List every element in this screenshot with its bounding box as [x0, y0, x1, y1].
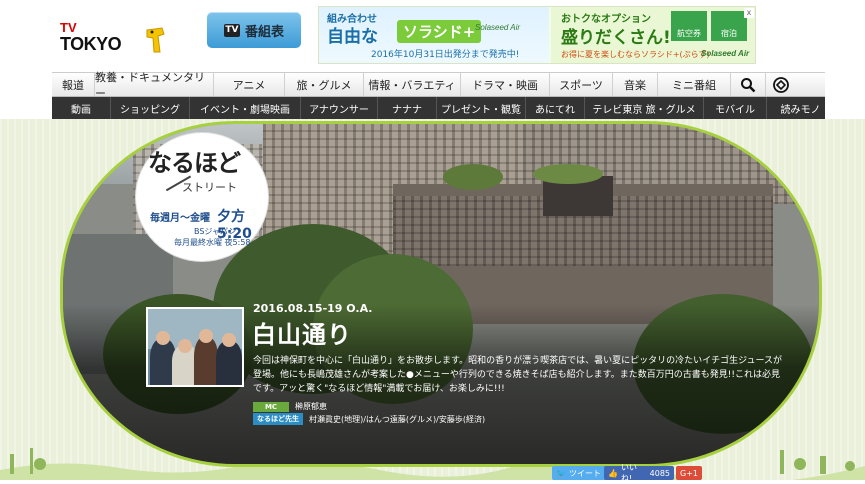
nav2-item-anitele[interactable]: あにてれ — [526, 97, 585, 119]
like-count: 4085 — [649, 468, 670, 478]
experts-row: なるほど先生 村瀬眞史(地理)/はんつ遠藤(グルメ)/安藤歩(経済) — [253, 413, 485, 425]
like-icon: 👍 — [608, 468, 618, 478]
nav2-item-mobile[interactable]: モバイル — [704, 97, 767, 119]
nav-item-sports[interactable]: スポーツ — [550, 73, 613, 96]
show-title: なるほど — [148, 148, 241, 177]
nav-item-news[interactable]: 報道 — [52, 73, 95, 96]
nav-item-mini[interactable]: ミニ番組 — [658, 73, 731, 96]
nav2-item-reading[interactable]: 読みモノ — [767, 97, 834, 119]
expert-tag: なるほど先生 — [253, 413, 303, 425]
nav-item-variety[interactable]: 情報・バラエティ — [364, 73, 461, 96]
cast-photo — [146, 307, 244, 387]
episode-date: 2016.08.15-19 O.A. — [253, 302, 373, 315]
program-guide-button[interactable]: TV 番組表 — [207, 12, 301, 48]
primary-nav: 報道 教養・ドキュメンタリー アニメ 旅・グルメ 情報・バラエティ ドラマ・映画… — [52, 71, 825, 100]
secondary-nav: 動画 ショッピング イベント・劇場映画 アナウンサー ナナナ プレゼント・観覧 … — [52, 97, 825, 119]
mascot-icon — [146, 27, 165, 53]
hotel-tile: 宿泊 — [711, 11, 747, 41]
show-logo-badge: なるほど ストリート 毎週月〜金曜 夕方5:20 BSジャパン 毎月最終水曜 夜… — [136, 133, 268, 261]
ad-banner[interactable]: 組み合わせ 自由な ソラシド+ Solaseed Air 2016年10月31日… — [318, 6, 756, 64]
search-icon — [741, 77, 756, 92]
tweet-button[interactable]: 🐦 ツイート — [552, 466, 608, 480]
nav2-item-announcer[interactable]: アナウンサー — [301, 97, 378, 119]
mc-tag: MC — [253, 401, 289, 412]
nav2-item-events[interactable]: イベント・劇場映画 — [190, 97, 301, 119]
gplus-button[interactable]: G+1 — [676, 466, 702, 480]
ad-close-button[interactable]: x — [744, 8, 754, 18]
episode-description: 今回は神保町を中心に「白山通り」をお散歩します。昭和の香りが漂う喫茶店では、暑い… — [253, 356, 783, 394]
nav2-item-present[interactable]: プレゼント・観覧 — [437, 97, 526, 119]
airfare-tile: 航空券 — [671, 11, 707, 41]
nav-item-documentary[interactable]: 教養・ドキュメンタリー — [95, 71, 214, 100]
accessibility-icon — [773, 76, 789, 93]
tv-icon: TV — [223, 23, 240, 37]
tv-tokyo-logo[interactable]: TV TOKYO — [60, 18, 170, 58]
nav-item-drama[interactable]: ドラマ・映画 — [461, 73, 550, 96]
nav2-item-video[interactable]: 動画 — [52, 97, 111, 119]
show-subtitle: ストリート — [182, 181, 237, 194]
like-button[interactable]: 👍 いいね! 4085 — [604, 463, 674, 483]
mc-row: MC 榊原郁恵 — [253, 401, 327, 412]
nav-item-music[interactable]: 音楽 — [613, 73, 658, 96]
accessibility-button[interactable] — [766, 73, 796, 96]
nav2-item-travel-gourmet[interactable]: テレビ東京 旅・グルメ — [585, 97, 704, 119]
site-header: TV TOKYO TV 番組表 組み合わせ 自由な ソラシド+ Solaseed… — [0, 0, 865, 72]
search-button[interactable] — [731, 73, 766, 96]
nav-item-travel-gourmet[interactable]: 旅・グルメ — [285, 73, 364, 96]
nav2-item-nanana[interactable]: ナナナ — [378, 97, 437, 119]
mc-name: 榊原郁恵 — [295, 402, 327, 411]
twitter-icon: 🐦 — [556, 468, 566, 478]
nav2-item-shopping[interactable]: ショッピング — [111, 97, 190, 119]
expert-names: 村瀬眞史(地理)/はんつ遠藤(グルメ)/安藤歩(経済) — [309, 414, 486, 424]
nav-item-anime[interactable]: アニメ — [214, 73, 285, 96]
episode-title: 白山通り — [252, 320, 352, 349]
